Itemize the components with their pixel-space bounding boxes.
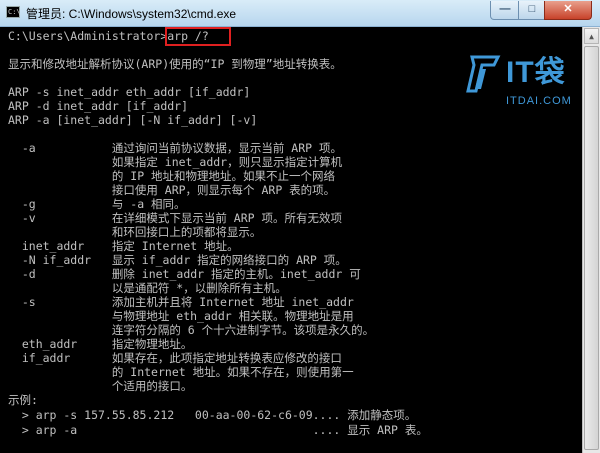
watermark-brand: IT袋 [506,56,566,89]
close-button[interactable]: ✕ [544,1,592,20]
console-line: > arp -s 157.55.85.212 00-aa-00-62-c6-09… [8,408,417,422]
command-highlight-box [165,27,231,46]
minimize-button[interactable]: — [490,1,520,20]
console-line: ARP -a [inet_addr] [-N if_addr] [-v] [8,113,258,127]
scroll-up-arrow-icon[interactable]: ▲ [584,28,599,44]
itdai-logo-icon [466,55,501,93]
watermark-domain: ITDAI.COM [506,95,572,107]
title-bar[interactable]: C:\ 管理员: C:\Windows\system32\cmd.exe — □… [0,0,600,27]
itdai-watermark: IT袋 ITDAI.COM [466,51,576,117]
vertical-scrollbar[interactable]: ▲ [582,27,600,453]
cmd-window: C:\ 管理员: C:\Windows\system32\cmd.exe — □… [0,0,600,453]
maximize-button[interactable]: □ [518,1,546,20]
console-line: 示例: [8,393,38,407]
console-line: 显示和修改地址解析协议(ARP)使用的“IP 到物理”地址转换表。 [8,57,342,71]
scroll-thumb[interactable] [584,46,599,450]
console-line: > arp -a .... 显示 ARP 表。 [8,423,428,437]
cmd-app-icon[interactable]: C:\ [6,6,21,18]
window-title: 管理员: C:\Windows\system32\cmd.exe [26,7,237,21]
